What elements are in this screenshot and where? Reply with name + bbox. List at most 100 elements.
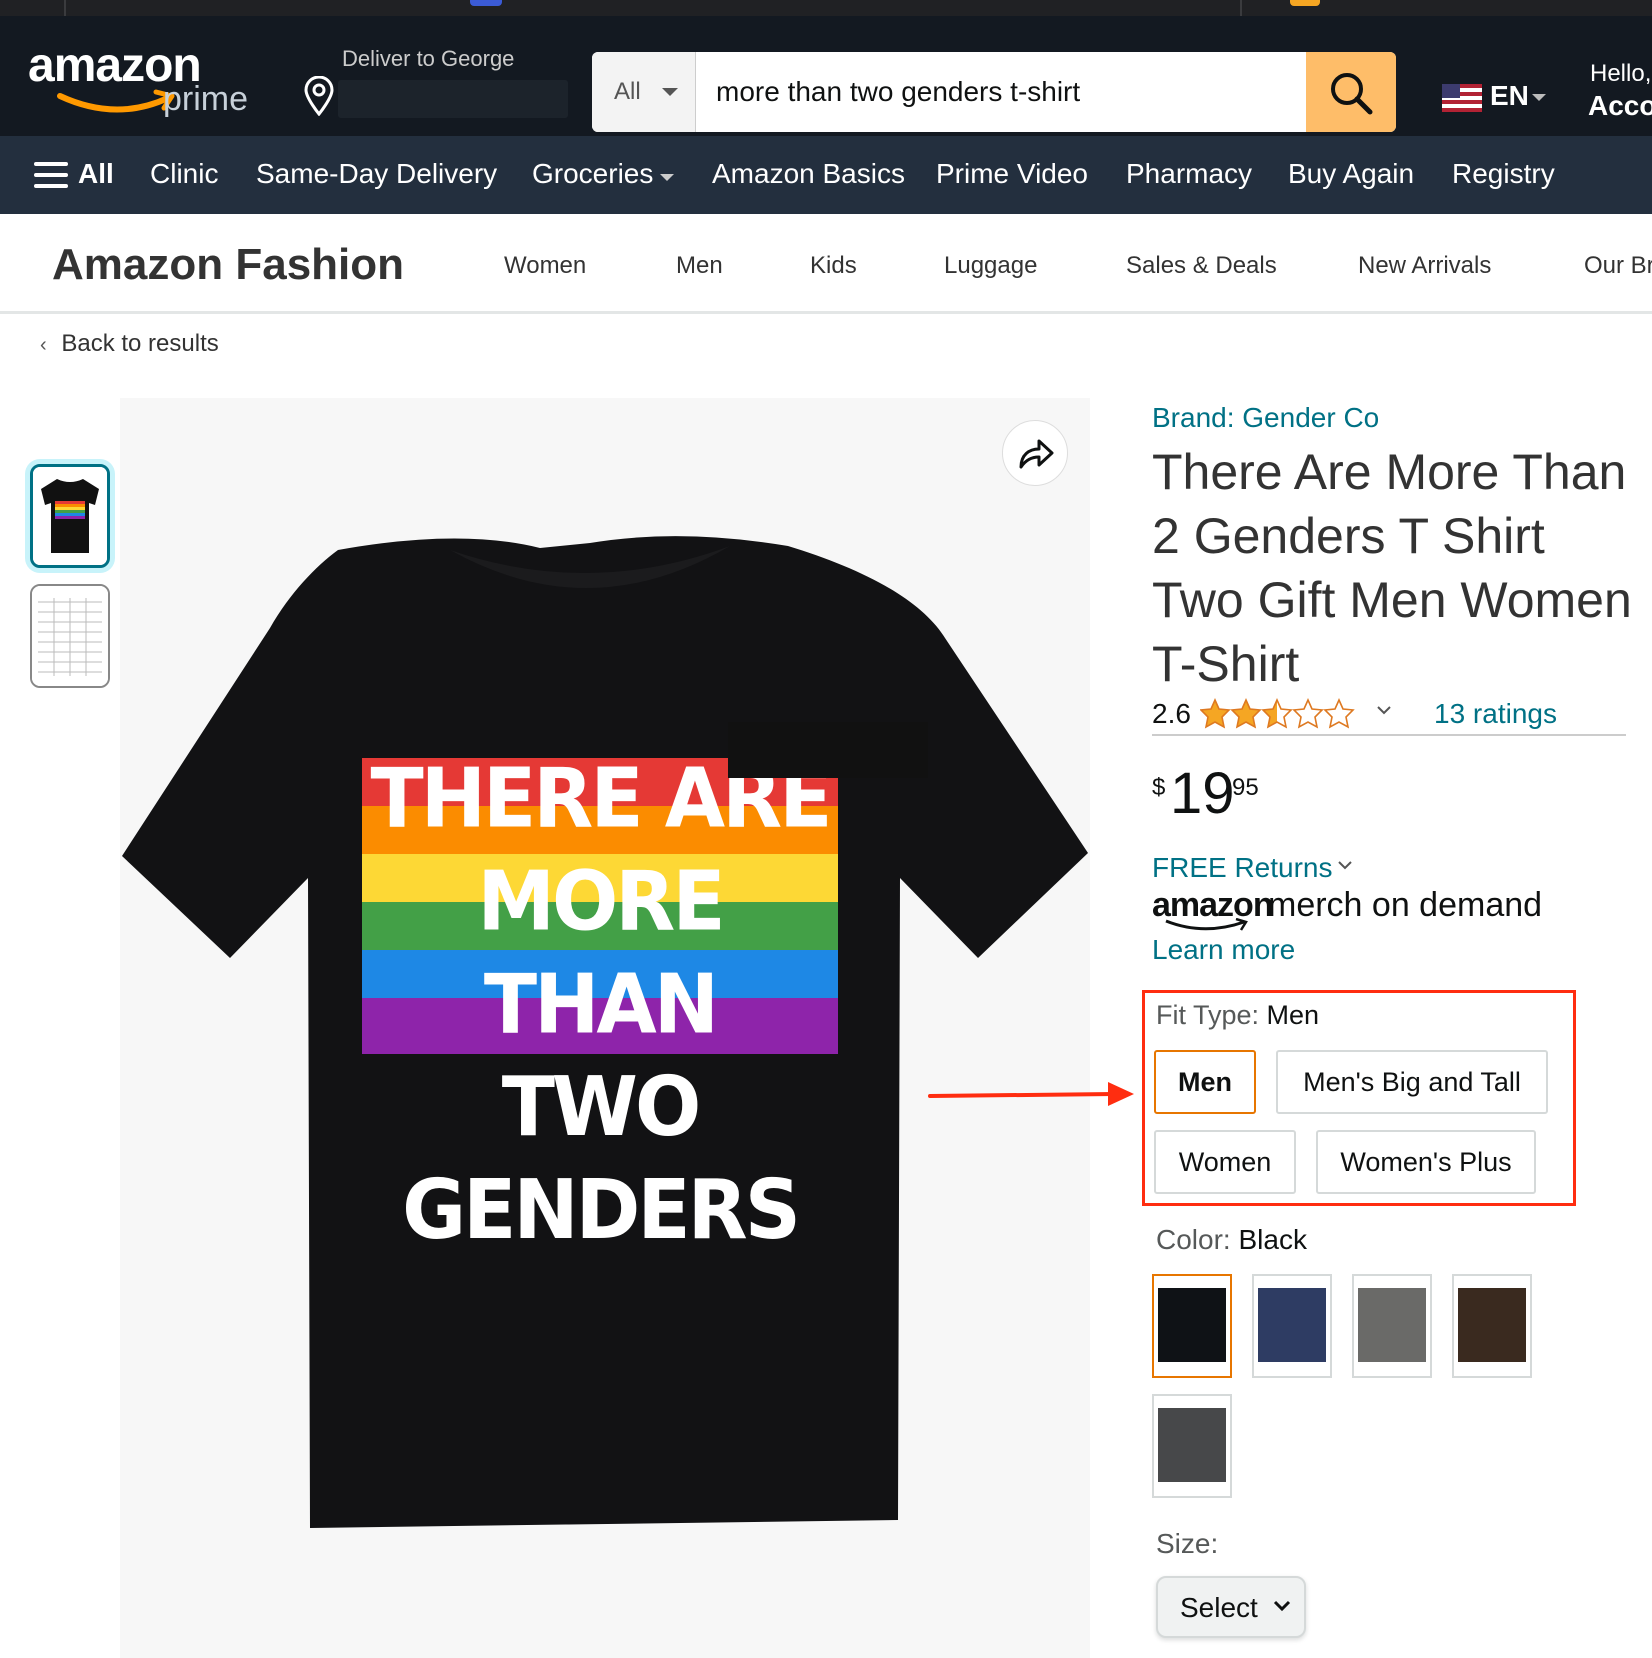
redaction-box bbox=[728, 722, 928, 778]
star-rating-icon[interactable] bbox=[1200, 698, 1360, 730]
language-label: EN bbox=[1490, 80, 1529, 111]
swatch-fill bbox=[1458, 1288, 1526, 1362]
size-label: Size: bbox=[1156, 1528, 1219, 1559]
swatch-fill bbox=[1158, 1288, 1226, 1362]
smile-arrow-icon bbox=[57, 89, 175, 113]
color-swatch-brown[interactable] bbox=[1452, 1274, 1532, 1378]
account-greeting[interactable]: Hello, bbox=[1590, 60, 1651, 88]
fit-type-prefix: Fit Type: bbox=[1156, 1000, 1267, 1030]
amazon-prime-logo[interactable]: amazon prime bbox=[28, 38, 268, 128]
learn-more-link[interactable]: Learn more bbox=[1152, 934, 1295, 966]
size-select-label: Select bbox=[1180, 1592, 1258, 1623]
nav-item-prime-video[interactable]: Prime Video bbox=[936, 158, 1088, 190]
browser-tab-strip bbox=[0, 0, 1652, 16]
fashion-link-men[interactable]: Men bbox=[676, 252, 723, 280]
thumbnail-size-chart[interactable] bbox=[30, 584, 110, 688]
color-prefix: Color: bbox=[1156, 1224, 1239, 1255]
size-chart-thumbnail-image bbox=[32, 586, 108, 686]
fashion-link-luggage[interactable]: Luggage bbox=[944, 252, 1037, 280]
logo-prime-text: prime bbox=[163, 80, 249, 118]
shirt-print-line: TWO GENDERS bbox=[402, 1060, 801, 1259]
free-returns-link[interactable]: FREE Returns bbox=[1152, 852, 1333, 884]
us-flag-icon bbox=[1442, 84, 1482, 112]
thumbnail-shirt[interactable] bbox=[30, 464, 110, 568]
fashion-link-our-brands[interactable]: Our Br bbox=[1584, 252, 1652, 280]
tab-separator bbox=[64, 0, 66, 16]
chevron-down-icon bbox=[1273, 1600, 1291, 1612]
search-category-label: All bbox=[614, 78, 641, 105]
fit-type-label: Fit Type: Men bbox=[1156, 1000, 1319, 1031]
color-swatch-dark-heather[interactable] bbox=[1152, 1394, 1232, 1498]
size-select-dropdown[interactable]: Select bbox=[1156, 1576, 1306, 1638]
ratings-count-link[interactable]: 13 ratings bbox=[1434, 698, 1557, 730]
nav-all[interactable]: All bbox=[78, 158, 114, 190]
deliver-label: Deliver to George bbox=[342, 46, 515, 71]
main-product-image[interactable]: THERE ARE MORE THAN TWO GENDERS bbox=[120, 398, 1090, 1658]
fit-type-selected: Men bbox=[1266, 1000, 1320, 1030]
chevron-down-icon[interactable] bbox=[1336, 858, 1354, 872]
deliver-to[interactable]: Deliver to George bbox=[300, 42, 570, 122]
account-label[interactable]: Acco bbox=[1588, 90, 1652, 122]
annotation-arrow-icon bbox=[928, 1082, 1134, 1106]
color-swatch-navy[interactable] bbox=[1252, 1274, 1332, 1378]
fashion-title[interactable]: Amazon Fashion bbox=[52, 240, 404, 290]
rating-value: 2.6 bbox=[1152, 698, 1191, 729]
rating-row: 2.6 13 ratings bbox=[1152, 696, 1626, 736]
color-swatch-black[interactable] bbox=[1152, 1274, 1232, 1378]
fit-option-women[interactable]: Women bbox=[1154, 1130, 1296, 1194]
redacted-address bbox=[338, 80, 568, 118]
swatch-fill bbox=[1358, 1288, 1426, 1362]
search-category-dropdown[interactable]: All bbox=[592, 52, 696, 132]
price-fraction: 95 bbox=[1232, 774, 1259, 801]
back-label: Back to results bbox=[61, 330, 219, 357]
fashion-link-new-arrivals[interactable]: New Arrivals bbox=[1358, 252, 1491, 280]
search-bar: All bbox=[592, 52, 1396, 132]
shirt-print-text: THERE ARE MORE THAN TWO GENDERS bbox=[362, 748, 838, 1263]
chevron-left-icon: ‹ bbox=[40, 334, 47, 356]
swatch-fill bbox=[1258, 1288, 1326, 1362]
search-input[interactable] bbox=[696, 52, 1306, 132]
nav-item-clinic[interactable]: Clinic bbox=[150, 158, 218, 190]
price-whole: 19 bbox=[1170, 761, 1235, 826]
nav-item-pharmacy[interactable]: Pharmacy bbox=[1126, 158, 1252, 190]
sub-navigation: All Clinic Same-Day Delivery Groceries A… bbox=[0, 136, 1652, 214]
search-icon bbox=[1331, 73, 1373, 115]
nav-item-same-day-delivery[interactable]: Same-Day Delivery bbox=[256, 158, 497, 190]
tab-separator bbox=[1240, 0, 1242, 16]
fashion-link-women[interactable]: Women bbox=[504, 252, 586, 280]
search-button[interactable] bbox=[1306, 52, 1396, 132]
tab-favicon-icon bbox=[470, 0, 502, 6]
nav-item-amazon-basics[interactable]: Amazon Basics bbox=[712, 158, 905, 190]
hamburger-icon[interactable] bbox=[34, 160, 68, 190]
color-swatch-grey[interactable] bbox=[1352, 1274, 1432, 1378]
nav-item-registry[interactable]: Registry bbox=[1452, 158, 1555, 190]
caret-down-icon bbox=[662, 88, 678, 96]
fit-option-men[interactable]: Men bbox=[1154, 1050, 1256, 1114]
product-title: There Are More Than 2 Genders T Shirt Tw… bbox=[1152, 444, 1632, 692]
shirt-thumbnail-image bbox=[33, 467, 107, 565]
caret-down-icon bbox=[660, 174, 674, 181]
shirt-print-line: MORE THAN bbox=[477, 854, 725, 1053]
location-pin-icon bbox=[304, 76, 334, 116]
nav-header: amazon prime Deliver to George All more … bbox=[0, 16, 1652, 136]
nav-item-groceries[interactable]: Groceries bbox=[532, 158, 653, 190]
share-button[interactable] bbox=[1002, 420, 1068, 486]
chevron-down-icon[interactable] bbox=[1376, 704, 1392, 716]
language-selector[interactable]: EN bbox=[1442, 74, 1552, 114]
price-symbol: $ bbox=[1152, 774, 1166, 801]
back-to-results-link[interactable]: ‹ Back to results bbox=[40, 330, 219, 358]
merch-logo-text: merch on demand bbox=[1268, 886, 1543, 924]
color-selected: Black bbox=[1238, 1224, 1307, 1255]
color-label: Color: Black bbox=[1156, 1224, 1307, 1256]
fit-option-womens-plus[interactable]: Women's Plus bbox=[1316, 1130, 1536, 1194]
brand-link[interactable]: Brand: Gender Co bbox=[1152, 402, 1379, 434]
swatch-fill bbox=[1158, 1408, 1226, 1482]
smile-arrow-icon bbox=[1165, 918, 1248, 931]
fashion-bar: Amazon Fashion Women Men Kids Luggage Sa… bbox=[0, 214, 1652, 314]
fashion-link-sales-deals[interactable]: Sales & Deals bbox=[1126, 252, 1277, 280]
fit-option-mens-big-and-tall[interactable]: Men's Big and Tall bbox=[1276, 1050, 1548, 1114]
share-icon bbox=[1019, 439, 1054, 469]
fashion-link-kids[interactable]: Kids bbox=[810, 252, 857, 280]
caret-down-icon bbox=[1532, 94, 1546, 101]
nav-item-buy-again[interactable]: Buy Again bbox=[1288, 158, 1414, 190]
